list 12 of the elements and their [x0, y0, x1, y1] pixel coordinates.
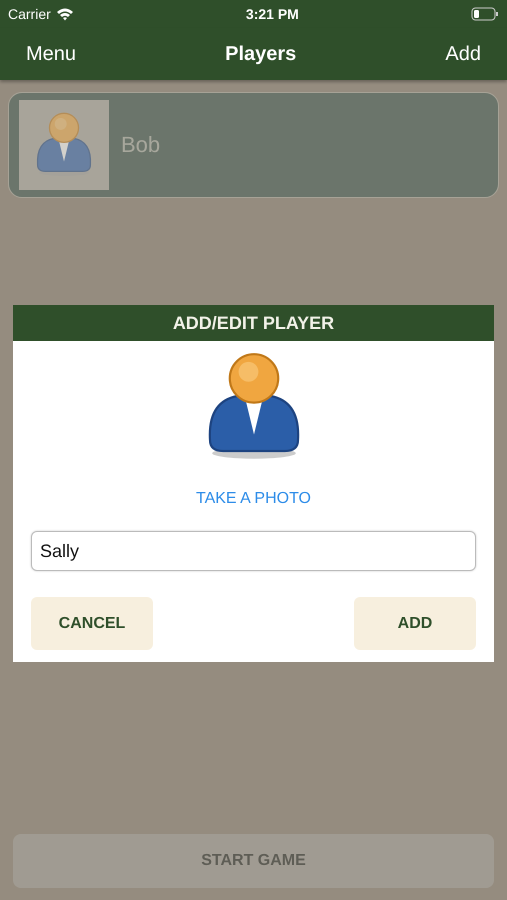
dialog-title: ADD/EDIT PLAYER [13, 305, 494, 341]
dialog-button[interactable]: ADD [354, 597, 476, 650]
name-input-field[interactable]: Sally [31, 531, 476, 571]
menu-button[interactable]: Menu [26, 42, 76, 66]
battery-icon [470, 7, 499, 21]
status-time: 3:21 PM [246, 6, 299, 22]
nav-title: Players [225, 42, 296, 66]
wifi-icon [56, 7, 74, 21]
add-button[interactable]: Add [445, 42, 481, 66]
dialog-button[interactable]: CANCEL [31, 597, 153, 650]
player-name: Bob [121, 132, 160, 158]
carrier-label: Carrier [8, 6, 51, 22]
